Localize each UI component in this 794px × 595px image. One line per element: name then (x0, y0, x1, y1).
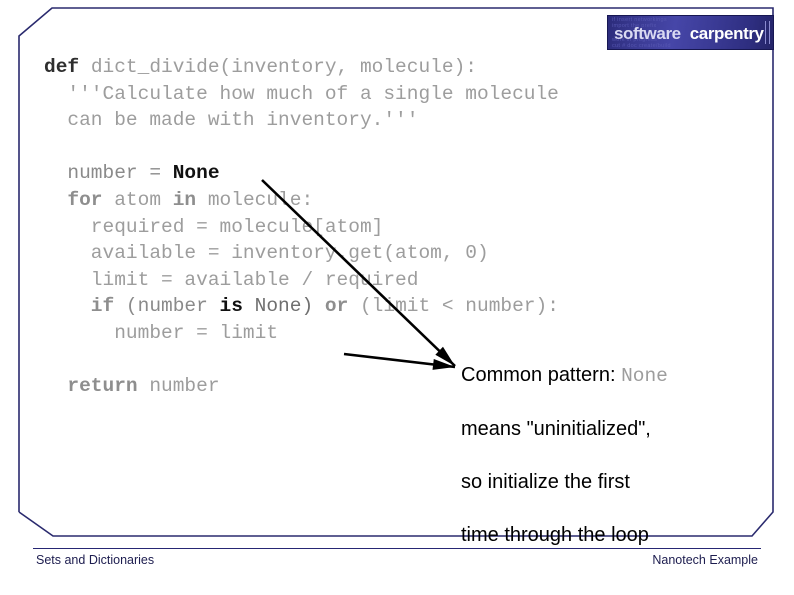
callout-line-1-mono: None (621, 365, 668, 387)
code-token: number (149, 375, 220, 398)
callout-line-1-prefix: Common pattern: (461, 364, 622, 386)
logo-wordmark: software carpentry (614, 23, 770, 43)
code-token: (number (125, 295, 220, 318)
slide: if insert networkings import the prefix … (0, 0, 794, 595)
code-line: for atom in molecule: (44, 187, 559, 214)
code-line: '''Calculate how much of a single molecu… (44, 81, 559, 108)
code-line: limit = available / required (44, 267, 559, 294)
code-token: return (44, 375, 150, 398)
code-token: number = (44, 162, 173, 185)
software-carpentry-logo: if insert networkings import the prefix … (607, 15, 774, 50)
code-token: None) (254, 295, 325, 318)
callout-line-3: so initialize the first (461, 471, 630, 493)
code-token: for (44, 188, 115, 211)
logo-bracket-icon (765, 21, 770, 44)
logo-ghost-line-4: cut # doc create/build (612, 43, 671, 49)
code-token: def (44, 56, 91, 78)
code-token: atom (114, 188, 173, 211)
code-line: number = limit (44, 320, 559, 347)
logo-word-software: software (614, 23, 681, 43)
code-block: def dict_divide(inventory, molecule): ''… (44, 54, 559, 400)
code-token: dict_divide(inventory, molecule): (90, 56, 477, 78)
code-token: is (219, 295, 255, 318)
code-line: can be made with inventory.''' (44, 107, 559, 134)
code-line: available = inventory.get(atom, 0) (44, 240, 559, 267)
footer-divider (33, 548, 761, 549)
code-token: (limit < number): (359, 295, 559, 318)
code-token: '''Calculate how much of a single molecu… (44, 82, 559, 105)
callout-line-2: means "uninitialized", (461, 418, 651, 440)
code-token: or (324, 295, 360, 318)
code-token: available = inventory.get(atom, 0) (44, 242, 489, 265)
code-line: required = molecule[atom] (44, 214, 559, 241)
code-token: if (44, 295, 126, 318)
footer-left-label: Sets and Dictionaries (36, 553, 155, 567)
code-line: def dict_divide(inventory, molecule): (44, 54, 559, 81)
code-token: limit = available / required (44, 268, 419, 291)
footer-right-label: Nanotech Example (652, 553, 758, 567)
code-line: if (number is None) or (limit < number): (44, 293, 559, 320)
code-token: in (172, 188, 208, 211)
code-token: required = molecule[atom] (44, 215, 384, 238)
code-token: None (172, 162, 220, 185)
logo-word-carpentry: carpentry (689, 23, 764, 43)
common-pattern-callout: Common pattern: None means "uninitialize… (461, 349, 767, 562)
code-token: number = limit (44, 321, 279, 344)
code-token: molecule: (207, 188, 314, 211)
code-token: can be made with inventory.''' (44, 109, 419, 132)
code-line: number = None (44, 160, 559, 187)
callout-line-1: Common pattern: None (461, 349, 767, 403)
